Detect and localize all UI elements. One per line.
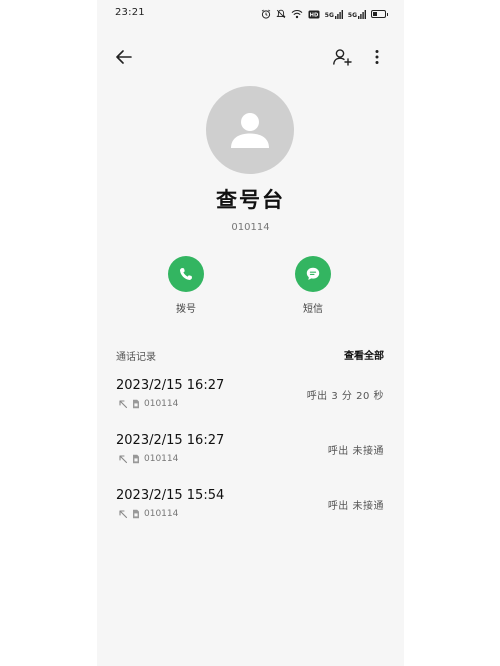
signal-2: 5G [347,9,366,19]
alarm-icon [261,9,271,19]
message-icon [306,267,320,280]
sim-card-icon [133,399,139,409]
call-status: 呼出 3 分 20 秒 [306,391,384,402]
add-contact-icon[interactable] [331,46,353,68]
call-log-entry[interactable]: 2023/2/15 15:54 010114 呼出 未接通 [97,488,404,534]
wifi-icon [291,9,303,19]
signal-bars-icon [358,9,366,19]
more-options-icon[interactable] [366,46,388,68]
call-status: 呼出 未接通 [327,446,384,457]
message-button-circle[interactable] [295,256,331,292]
signal-1: 5G [324,9,343,19]
call-number: 010114 [144,509,179,519]
phone-screen: 23:21 HD 5G 5G 查号台 010114 拨号 短信 通话记录 查看全… [97,0,404,666]
call-sub-info: 010114 [118,454,178,464]
view-all-link[interactable]: 查看全部 [344,347,384,362]
sim-card-icon [133,509,139,519]
call-button[interactable]: 拨号 [156,256,216,315]
call-number: 010114 [144,454,179,464]
call-log-entry[interactable]: 2023/2/15 16:27 010114 呼出 未接通 [97,433,404,479]
svg-text:HD: HD [309,12,318,18]
status-bar: 23:21 HD 5G 5G [97,0,404,28]
message-button[interactable]: 短信 [283,256,343,315]
contact-number: 010114 [231,222,270,233]
back-arrow-icon[interactable] [113,46,135,68]
do-not-disturb-icon [276,9,286,19]
signal-1-label: 5G [324,11,334,19]
call-sub-info: 010114 [118,399,178,409]
person-icon [231,113,269,148]
hd-icon: HD [308,10,320,18]
outgoing-call-icon [119,510,128,519]
call-datetime: 2023/2/15 16:27 [116,433,225,448]
battery-level [373,12,377,16]
call-status: 呼出 未接通 [327,501,384,512]
contact-avatar [206,86,294,174]
call-button-circle[interactable] [168,256,204,292]
call-datetime: 2023/2/15 16:27 [116,378,225,393]
call-sub-info: 010114 [118,509,178,519]
contact-name: 查号台 [216,188,285,212]
sim-card-icon [133,454,139,464]
status-time: 23:21 [115,7,145,18]
outgoing-call-icon [119,455,128,464]
call-button-label: 拨号 [176,304,196,315]
call-log-title: 通话记录 [116,352,156,363]
call-datetime: 2023/2/15 15:54 [116,488,225,503]
message-button-label: 短信 [303,304,323,315]
call-log-entry[interactable]: 2023/2/15 16:27 010114 呼出 3 分 20 秒 [97,378,404,424]
signal-bars-icon [334,9,343,19]
status-icons: HD 5G 5G [261,8,388,20]
outgoing-call-icon [119,400,128,409]
signal-2-label: 5G [347,11,357,19]
phone-icon [180,268,192,280]
battery-icon [371,10,388,18]
call-number: 010114 [144,399,179,409]
